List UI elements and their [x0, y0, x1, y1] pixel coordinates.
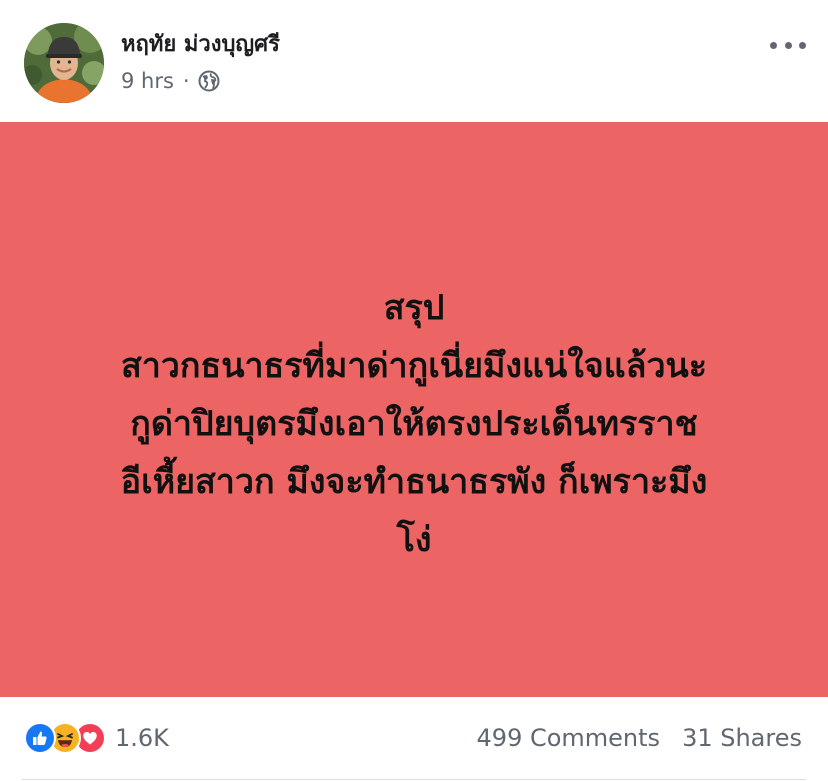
more-options-icon[interactable]: [770, 33, 806, 57]
more-dot: [784, 41, 792, 49]
post-text-line: อีเหี้ยสาวก มึงจะทำธนาธรพัง ก็เพราะมึง: [120, 462, 708, 502]
post-timestamp[interactable]: 9 hrs: [121, 69, 174, 93]
reaction-count: 1.6K: [115, 724, 169, 752]
post-text: สรุป สาวกธนาธรที่มาด่ากูเนี่ยมึงแน่ใจแล้…: [40, 279, 788, 569]
post-body[interactable]: สรุป สาวกธนาธรที่มาด่ากูเนี่ยมึงแน่ใจแล้…: [0, 122, 828, 697]
reactions-summary[interactable]: 1.6K: [24, 722, 169, 754]
facebook-post: หฤทัย ม่วงบุญศรี 9 hrs · สรุป สาวกธนาธรท…: [0, 0, 828, 781]
shares-count-link[interactable]: 31 Shares: [682, 724, 802, 752]
avatar-photo: [24, 23, 104, 103]
post-text-line: สาวกธนาธรที่มาด่ากูเนี่ยมึงแน่ใจแล้วนะ: [120, 346, 708, 386]
post-header: หฤทัย ม่วงบุญศรี 9 hrs ·: [0, 0, 828, 122]
meta-separator: ·: [182, 69, 190, 93]
post-text-line: โง่: [396, 520, 432, 560]
more-dot: [799, 41, 806, 49]
post-footer: 1.6K 499 Comments 31 Shares: [0, 697, 828, 781]
post-text-line: กูด่าปิยบุตรมึงเอาให้ตรงประเด็นทรราช: [130, 404, 698, 444]
like-icon: [24, 722, 56, 754]
comments-count-link[interactable]: 499 Comments: [477, 724, 661, 752]
post-text-line: สรุป: [383, 288, 445, 328]
globe-icon[interactable]: [198, 70, 220, 92]
author-name[interactable]: หฤทัย ม่วงบุญศรี: [121, 30, 280, 60]
more-dot: [770, 41, 777, 49]
post-meta: 9 hrs ·: [121, 66, 220, 96]
footer-divider: [22, 779, 806, 780]
engagement-stats: 499 Comments 31 Shares: [477, 723, 802, 753]
avatar[interactable]: [24, 23, 104, 103]
